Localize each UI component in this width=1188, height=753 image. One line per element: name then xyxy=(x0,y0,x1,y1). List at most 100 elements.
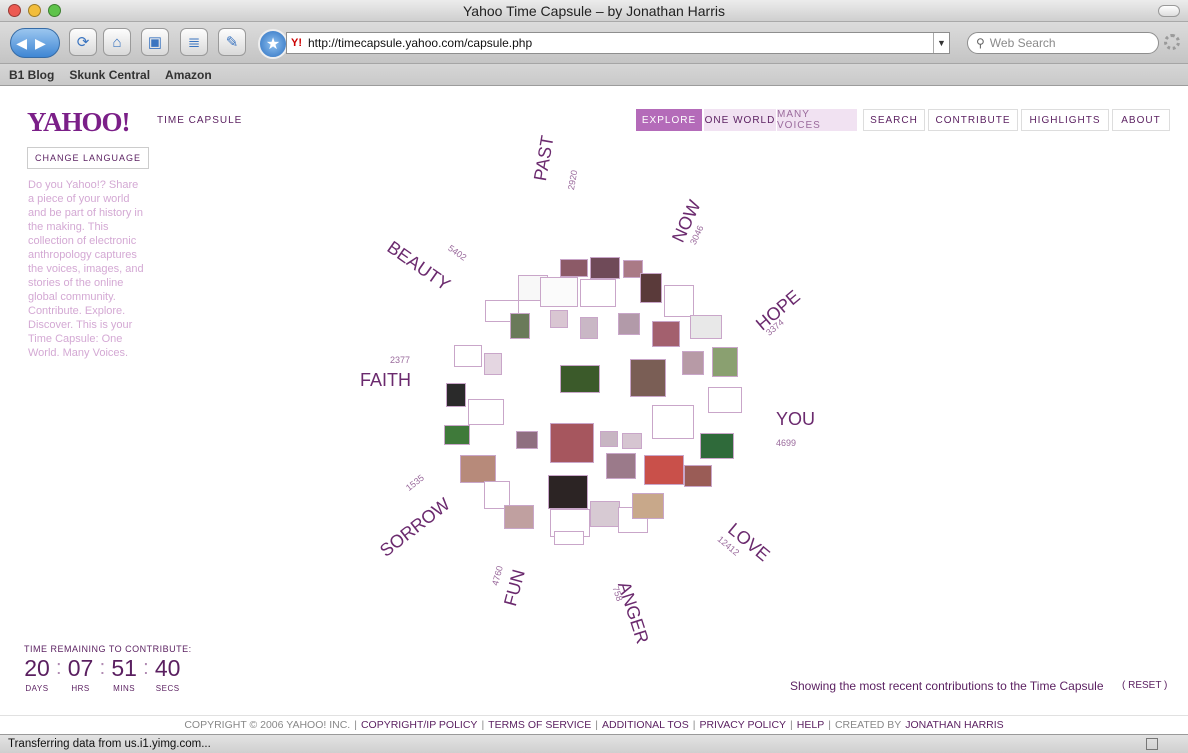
contribution-thumbnail[interactable] xyxy=(484,353,502,375)
contribution-thumbnail[interactable] xyxy=(550,310,568,328)
contribution-thumbnail[interactable] xyxy=(560,259,588,277)
back-forward-button[interactable]: ◀▶ xyxy=(10,28,60,58)
nav-contribute[interactable]: CONTRIBUTE xyxy=(928,109,1018,131)
chevron-down-icon[interactable]: ▼ xyxy=(933,33,949,53)
category-you[interactable]: YOU 4699 xyxy=(776,409,815,451)
contribution-thumbnail[interactable] xyxy=(684,465,712,487)
bookmark-amazon[interactable]: Amazon xyxy=(165,68,212,82)
footer-copyright: COPYRIGHT © 2006 YAHOO! INC. xyxy=(184,718,351,731)
nav-explore[interactable]: EXPLORE xyxy=(636,109,702,131)
contribution-thumbnail[interactable] xyxy=(468,399,504,425)
contribution-thumbnail[interactable] xyxy=(640,273,662,303)
pen-icon[interactable]: ✎ xyxy=(218,28,246,56)
resize-grip-icon[interactable] xyxy=(1146,738,1158,750)
bookmark-skunk-central[interactable]: Skunk Central xyxy=(69,68,150,82)
category-sorrow-count: 1535 xyxy=(404,472,426,493)
search-icon: ⚲ xyxy=(976,36,985,50)
address-bar[interactable]: Y! http://timecapsule.yahoo.com/capsule.… xyxy=(286,32,950,54)
yahoo-logo[interactable]: YAHOO! xyxy=(27,107,131,138)
contribution-thumbnail[interactable] xyxy=(446,383,466,407)
footer-additional-tos-link[interactable]: ADDITIONAL TOS xyxy=(602,719,689,731)
timer-secs-value: 40 xyxy=(154,655,181,681)
contribution-thumbnail[interactable] xyxy=(550,423,594,463)
contribution-thumbnail[interactable] xyxy=(652,321,680,347)
contribution-thumbnail[interactable] xyxy=(590,501,620,527)
reset-link[interactable]: ( RESET ) xyxy=(1122,680,1167,691)
contribution-thumbnail[interactable] xyxy=(516,431,538,449)
category-past-count: 2920 xyxy=(566,169,580,191)
footer-divider: | xyxy=(354,718,357,731)
contribution-thumbnail[interactable] xyxy=(682,351,704,375)
screen-icon[interactable]: ▣ xyxy=(141,28,169,56)
contribution-thumbnail[interactable] xyxy=(700,433,734,459)
site-favicon: Y! xyxy=(291,37,302,49)
contribution-thumbnail[interactable] xyxy=(580,279,616,307)
category-you-count: 4699 xyxy=(776,438,797,448)
contribution-thumbnail[interactable] xyxy=(504,505,534,529)
contribution-thumbnail[interactable] xyxy=(540,277,578,307)
contribution-thumbnail[interactable] xyxy=(510,313,530,339)
category-fun[interactable]: FUN xyxy=(500,567,530,608)
footer-privacy-link[interactable]: PRIVACY POLICY xyxy=(699,719,786,731)
zoom-window-button[interactable] xyxy=(48,4,61,17)
search-placeholder: Web Search xyxy=(989,36,1056,50)
reload-icon[interactable]: ⟳ xyxy=(69,28,97,56)
contribution-thumbnail[interactable] xyxy=(708,387,742,413)
loading-spinner-icon xyxy=(1164,34,1180,50)
footer-author-link[interactable]: JONATHAN HARRIS xyxy=(905,719,1003,731)
footer-divider: | xyxy=(595,718,598,731)
footer-tos-link[interactable]: TERMS OF SERVICE xyxy=(488,719,591,731)
contribution-thumbnail[interactable] xyxy=(712,347,738,377)
contribution-thumbnail[interactable] xyxy=(622,433,642,449)
footer-help-link[interactable]: HELP xyxy=(797,719,824,731)
contribution-thumbnail[interactable] xyxy=(600,431,618,447)
toolbar-toggle-button[interactable] xyxy=(1158,5,1180,17)
category-fun-count: 4760 xyxy=(490,564,505,587)
change-language-button[interactable]: CHANGE LANGUAGE xyxy=(27,147,149,169)
contribution-thumbnail[interactable] xyxy=(618,313,640,335)
contribution-thumbnail[interactable] xyxy=(560,365,600,393)
time-capsule-label: TIME CAPSULE xyxy=(157,115,243,126)
nav-highlights[interactable]: HIGHLIGHTS xyxy=(1021,109,1109,131)
contribution-thumbnail[interactable] xyxy=(690,315,722,339)
contribution-thumbnail[interactable] xyxy=(444,425,470,445)
bookmarks-bar: B1 Blog Skunk Central Amazon xyxy=(0,64,1188,86)
bookmark-b1-blog[interactable]: B1 Blog xyxy=(9,68,54,82)
contribution-thumbnail[interactable] xyxy=(460,455,496,483)
window-title: Yahoo Time Capsule – by Jonathan Harris xyxy=(463,2,725,19)
category-faith[interactable]: FAITH xyxy=(360,370,411,391)
contribution-thumbnail[interactable] xyxy=(590,257,620,279)
timer-separator: : xyxy=(143,657,149,679)
contribution-thumbnail[interactable] xyxy=(580,317,598,339)
nav-one-world[interactable]: ONE WORLD xyxy=(704,109,776,131)
footer-created-by: CREATED BY xyxy=(834,718,902,731)
address-text[interactable]: http://timecapsule.yahoo.com/capsule.php xyxy=(308,36,532,50)
contribution-thumbnail[interactable] xyxy=(454,345,482,367)
web-search-input[interactable]: ⚲ Web Search xyxy=(967,32,1159,54)
timer-mins-label: MINS xyxy=(113,684,136,693)
contribution-cluster xyxy=(440,255,745,545)
contribution-thumbnail[interactable] xyxy=(630,359,666,397)
contribution-thumbnail[interactable] xyxy=(644,455,684,485)
rss-icon[interactable]: ≣ xyxy=(180,28,208,56)
home-icon[interactable]: ⌂ xyxy=(103,28,131,56)
category-past[interactable]: PAST xyxy=(530,134,559,183)
category-past-label: PAST xyxy=(530,134,558,183)
contribution-thumbnail[interactable] xyxy=(652,405,694,439)
nav-search[interactable]: SEARCH xyxy=(863,109,925,131)
contribution-thumbnail[interactable] xyxy=(632,493,664,519)
statusbar-text: Transferring data from us.i1.yimg.com... xyxy=(8,738,211,750)
page-footer: COPYRIGHT © 2006 YAHOO! INC. | COPYRIGHT… xyxy=(0,715,1188,733)
contribution-thumbnail[interactable] xyxy=(664,285,694,317)
contribution-thumbnail[interactable] xyxy=(554,531,584,545)
minimize-window-button[interactable] xyxy=(28,4,41,17)
timer-secs: 40 SECS xyxy=(153,655,183,693)
footer-ip-policy-link[interactable]: COPYRIGHT/IP POLICY xyxy=(361,719,478,731)
close-window-button[interactable] xyxy=(8,4,21,17)
nav-about[interactable]: ABOUT xyxy=(1112,109,1170,131)
bookmark-star-icon[interactable]: ★ xyxy=(258,29,288,59)
nav-many-voices[interactable]: MANY VOICES xyxy=(777,109,857,131)
contribution-thumbnail[interactable] xyxy=(548,475,588,509)
contribution-thumbnail[interactable] xyxy=(606,453,636,479)
timer-hrs-value: 07 xyxy=(67,655,94,681)
